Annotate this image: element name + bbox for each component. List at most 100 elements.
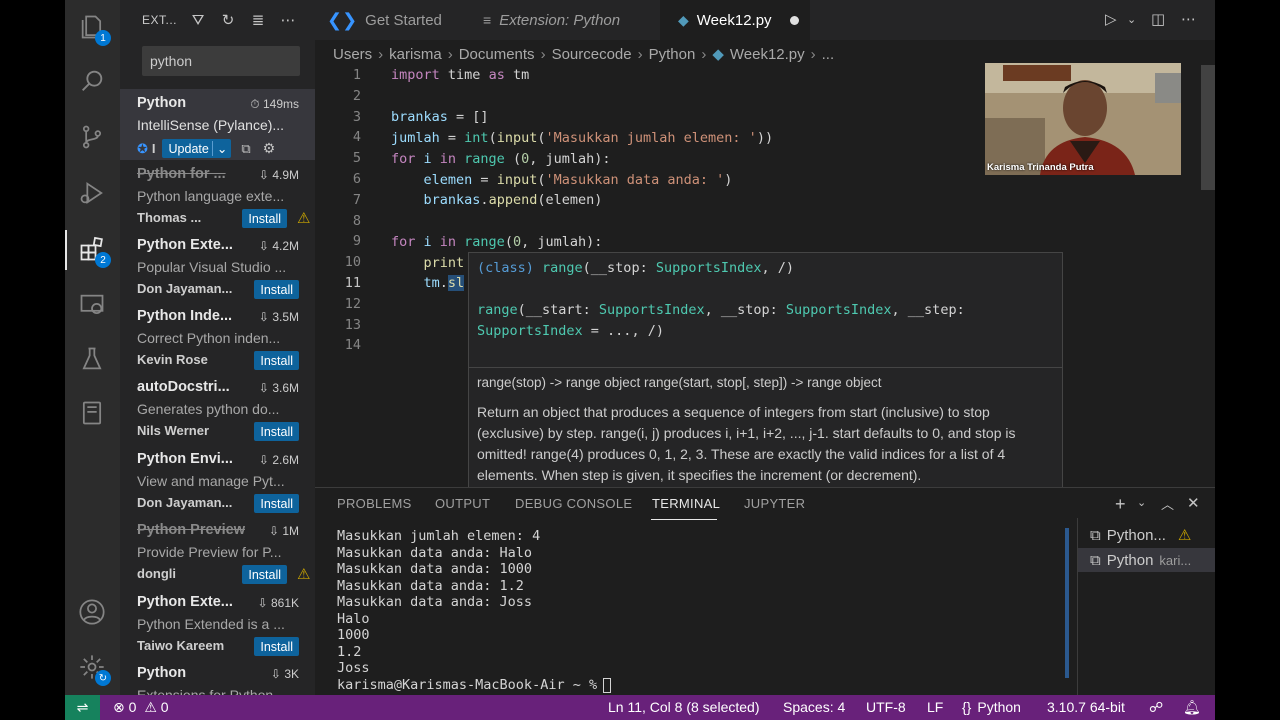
extension-item[interactable]: Python ⇩ 3K Extensions for Python	[120, 659, 315, 695]
terminal-instance-2[interactable]: ⧉ Python kari...	[1078, 548, 1215, 572]
warning-icon: ⚠	[297, 210, 311, 227]
close-panel-icon[interactable]: ✕	[1187, 494, 1200, 512]
run-icon[interactable]: ▷	[1105, 10, 1117, 28]
extensions-sidebar: EXT... ⛛ ↻ ≣ ⋯ python Python ⏱ 149ms Intel…	[120, 0, 315, 695]
error-count: 0	[128, 699, 137, 715]
breadcrumb-item[interactable]: Users	[333, 46, 372, 63]
breadcrumb-item[interactable]: Sourcecode	[552, 46, 632, 63]
download-icon: ⇩	[258, 168, 273, 182]
tab-problems[interactable]: PROBLEMS	[337, 496, 412, 511]
extension-stat-value: 1M	[282, 524, 299, 538]
remote-indicator-icon[interactable]: ⇌	[65, 695, 100, 720]
extension-item[interactable]: Python Exte... ⇩ 4.2M Popular Visual Studi…	[120, 231, 315, 302]
extension-stat-value: 3.6M	[272, 381, 299, 395]
install-button-label: Install	[260, 282, 293, 297]
clear-list-icon[interactable]: ≣	[248, 10, 268, 30]
install-button-label: Install	[248, 211, 281, 226]
tab-extension-python[interactable]: ≡ Extension: Python	[465, 0, 660, 40]
tab-debug-console[interactable]: DEBUG CONSOLE	[515, 496, 632, 511]
warning-icon: ⚠	[144, 699, 157, 715]
tab-extension-python-label: Extension: Python	[499, 11, 621, 29]
install-button[interactable]: Install ⚠	[242, 209, 310, 228]
extension-item[interactable]: Python ⏱ 149ms IntelliSense (Pylance)... ✪ I…	[120, 89, 315, 160]
more-actions-icon[interactable]: ⋯	[278, 10, 298, 30]
editor-more-icon[interactable]: ⋯	[1181, 10, 1196, 28]
extension-item[interactable]: Python Exte... ⇩ 861K Python Extended is a…	[120, 588, 315, 659]
extension-item[interactable]: Python Inde... ⇩ 3.5M Correct Python inden…	[120, 302, 315, 373]
breadcrumb-item[interactable]: karisma	[389, 46, 442, 63]
extension-description: Python Extended is a ...	[137, 616, 285, 632]
terminal-scrollbar[interactable]	[1065, 528, 1069, 678]
python-interpreter[interactable]: 3.10.7 64-bit	[1047, 699, 1125, 715]
account-icon[interactable]	[77, 597, 107, 627]
problems-status[interactable]: ⊗ 0 ⚠ 0	[113, 699, 169, 716]
extensions-badge: 2	[95, 252, 111, 268]
testing-icon[interactable]	[77, 344, 107, 374]
encoding[interactable]: UTF-8	[866, 699, 906, 715]
breadcrumb-item[interactable]: ...	[822, 46, 835, 63]
refresh-icon[interactable]: ↻	[218, 10, 238, 30]
tab-week12[interactable]: ◆ Week12.py	[660, 0, 810, 40]
terminal-line: Masukkan data anda: Halo	[337, 544, 533, 561]
extension-stat: ⇩ 3.5M	[259, 310, 299, 324]
python-file-icon: ◆	[712, 46, 724, 63]
install-button[interactable]: Install ⚠	[242, 565, 310, 584]
manage-gear-icon[interactable]: ↻	[77, 652, 111, 686]
feedback-icon[interactable]: ☍	[1149, 699, 1163, 716]
extension-item[interactable]: autoDocstri... ⇩ 3.6M Generates python do.…	[120, 373, 315, 444]
terminal-dropdown-icon[interactable]: ⌄	[1137, 496, 1146, 509]
split-editor-icon[interactable]: ◫	[1151, 10, 1165, 28]
filter-icon[interactable]: ⛛	[188, 10, 208, 30]
extension-item[interactable]: Python Envi... ⇩ 2.6M View and manage Pyt.…	[120, 445, 315, 516]
warning-icon: ⚠	[1177, 527, 1192, 544]
indentation[interactable]: Spaces: 4	[783, 699, 845, 715]
webcam-caption: Karisma Trinanda Putra	[987, 162, 1094, 173]
extension-item[interactable]: Python for ... ⇩ 4.9M Python language exte…	[120, 160, 315, 231]
tab-get-started[interactable]: ❮❯ Get Started	[315, 0, 465, 40]
update-button-label: Update	[168, 141, 209, 156]
breadcrumb-item[interactable]: Week12.py	[730, 46, 805, 63]
line-number: 10	[344, 254, 361, 271]
install-button[interactable]: Install	[254, 494, 299, 513]
tab-terminal[interactable]: TERMINAL	[652, 496, 720, 511]
tab-output[interactable]: OUTPUT	[435, 496, 490, 511]
extension-search-input[interactable]: python	[142, 46, 300, 76]
install-button[interactable]: Install	[254, 351, 299, 370]
breadcrumb-item[interactable]: Documents	[459, 46, 535, 63]
new-terminal-icon[interactable]: +	[1115, 494, 1126, 515]
terminal-instance-1[interactable]: ⧉ Python... ⚠	[1078, 523, 1215, 547]
extension-publisher: Taiwo Kareem	[137, 638, 225, 653]
code-line-1: import time as tm	[391, 67, 530, 83]
source-control-icon[interactable]	[77, 122, 107, 152]
install-button[interactable]: Install	[254, 637, 299, 656]
explorer-icon[interactable]: 1	[77, 12, 111, 46]
update-button[interactable]: Update ⌄	[161, 139, 232, 158]
code-line-10: print	[423, 255, 465, 271]
run-dropdown-icon[interactable]: ⌄	[1127, 13, 1136, 26]
unsaved-dot[interactable]	[789, 15, 799, 25]
manage-gear-icon[interactable]: ⚙	[263, 140, 276, 157]
install-button-label: Install	[260, 496, 293, 511]
extensions-icon[interactable]: 2	[77, 234, 111, 268]
editor-scrollbar[interactable]	[1201, 65, 1215, 190]
maximize-panel-icon[interactable]: ︿	[1161, 494, 1174, 513]
notifications-bell-icon[interactable]: 🔔︎	[1183, 699, 1201, 716]
code-line-3: brankas = []	[391, 109, 489, 125]
tab-jupyter[interactable]: JUPYTER	[744, 496, 805, 511]
install-button[interactable]: Install	[254, 422, 299, 441]
search-icon[interactable]	[77, 66, 107, 96]
language-mode[interactable]: {} Python	[962, 699, 1021, 715]
breadcrumb-item[interactable]: Python	[649, 46, 696, 63]
left-letterbox	[0, 0, 65, 720]
install-button[interactable]: Install	[254, 280, 299, 299]
run-debug-icon[interactable]	[77, 178, 107, 208]
cursor-position[interactable]: Ln 11, Col 8 (8 selected)	[608, 699, 760, 715]
remote-explorer-icon[interactable]	[77, 290, 107, 320]
sync-ignored-icon[interactable]: ⧉	[241, 141, 250, 157]
notebook-icon[interactable]	[77, 398, 107, 428]
line-number: 1	[352, 67, 361, 83]
extension-publisher: Nils Werner	[137, 423, 210, 438]
extension-stat-value: 3K	[284, 667, 299, 681]
extension-item[interactable]: Python Preview ⇩ 1M Provide Preview for P.…	[120, 516, 315, 587]
end-of-line[interactable]: LF	[927, 699, 943, 715]
